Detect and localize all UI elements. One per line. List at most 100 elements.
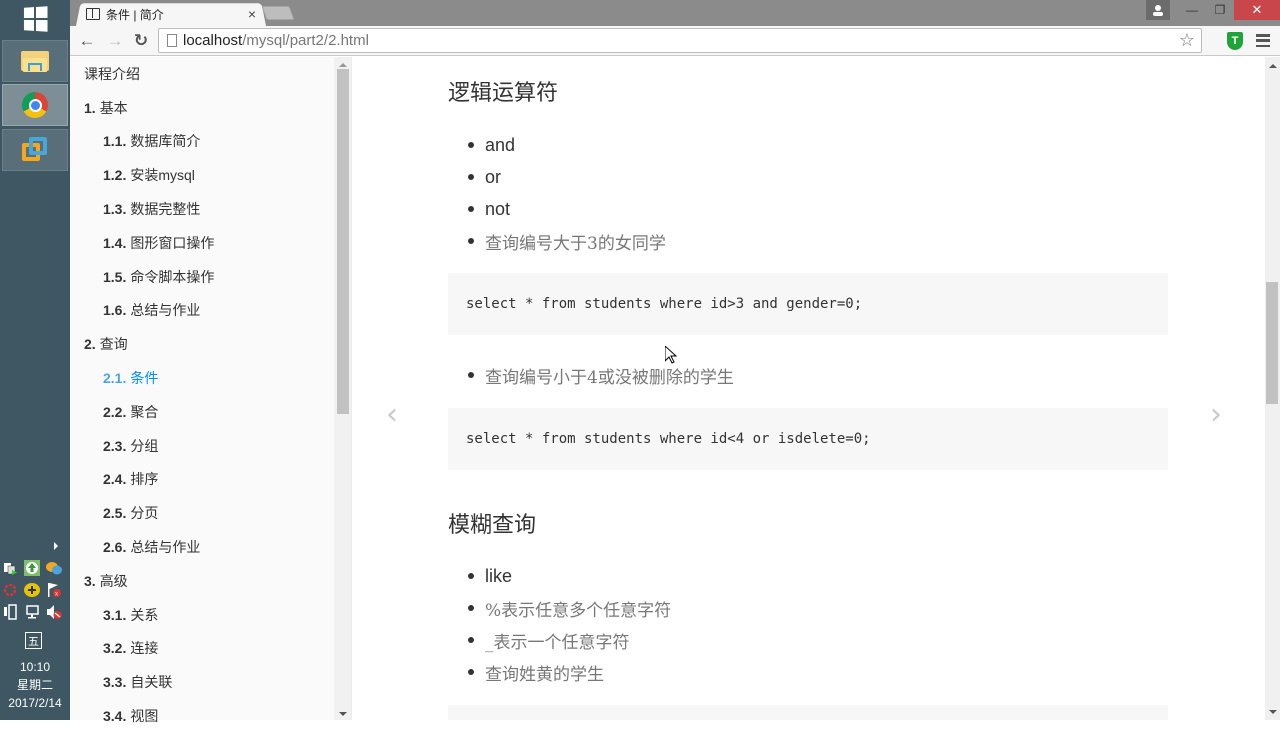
toc-item-label: 高级: [99, 572, 128, 589]
page-scroll-thumb[interactable]: [1266, 282, 1278, 404]
toc-item-number: 2.4.: [103, 471, 127, 488]
sidebar-scroll-thumb[interactable]: [337, 69, 349, 414]
scroll-up-arrow[interactable]: [339, 63, 347, 67]
scroll-down-arrow[interactable]: [1269, 710, 1277, 714]
scroll-down-arrow[interactable]: [339, 712, 347, 716]
back-button[interactable]: ←: [76, 30, 98, 52]
show-hidden-icons-arrow[interactable]: [54, 542, 58, 550]
restore-button[interactable]: ❐: [1206, 0, 1234, 20]
clock-weekday: 星期二: [16, 678, 53, 692]
new-tab-button[interactable]: [261, 6, 295, 20]
toc-item-label: 总结与作业: [130, 302, 201, 319]
toc-item[interactable]: 2.6. 总结与作业: [84, 530, 334, 564]
flower-icon[interactable]: [2, 582, 18, 598]
toc-item-number: 2.6.: [103, 539, 127, 556]
toc-item[interactable]: 3.2. 连接: [84, 632, 334, 666]
page-scrollbar[interactable]: [1265, 57, 1280, 720]
taskbar-app-chrome[interactable]: [2, 84, 68, 126]
volume-muted-icon[interactable]: [46, 604, 62, 620]
toc-item-label: 条件: [130, 370, 159, 387]
toc-item[interactable]: 3.4. 视图: [84, 699, 334, 733]
book-body: ‹ › 逻辑运算符 and or not 查询编号大于3的女同学 select …: [352, 57, 1265, 720]
toc-item-number: 2.2.: [103, 403, 127, 420]
extension-shield-icon[interactable]: T: [1227, 32, 1243, 50]
toc-item[interactable]: 3.3. 自关联: [84, 665, 334, 699]
next-page-arrow[interactable]: ›: [1210, 397, 1222, 432]
logical-operators-list: and or not 查询编号大于3的女同学: [448, 129, 666, 257]
address-bar[interactable]: localhost/mysql/part2/2.html ☆: [158, 28, 1202, 53]
section-heading-logical-operators: 逻辑运算符: [448, 81, 559, 106]
toc-item-number: 3.3.: [103, 674, 127, 691]
toc-item-label: 聚合: [130, 403, 159, 420]
toc-item-number: 1.6.: [103, 302, 127, 319]
book-summary-sidebar: 课程介绍 1. 基本 1.1. 数据库简介 1.2. 安装mysql 1.3. 数据完整性 1.4…: [70, 57, 352, 724]
taskbar-app-file-explorer[interactable]: [2, 40, 68, 82]
toc-item[interactable]: 课程介绍: [84, 57, 334, 91]
input-method-indicator[interactable]: 五: [25, 632, 42, 649]
toc-item-label: 安装mysql: [130, 167, 195, 184]
reload-button[interactable]: ↻: [130, 30, 152, 52]
clock-time: 10:10: [19, 660, 51, 674]
toc-item-number: 1.5.: [103, 268, 127, 285]
toc-item[interactable]: 2.1. 条件: [84, 361, 334, 395]
tab-strip: 条件 | 简介 × — ❐ ✕: [70, 0, 1280, 27]
toc-item[interactable]: 1.2. 安装mysql: [84, 158, 334, 192]
toc-item[interactable]: 1.6. 总结与作业: [84, 294, 334, 328]
minimize-button[interactable]: —: [1178, 0, 1206, 20]
toc-item[interactable]: 3.1. 关系: [84, 598, 334, 632]
toc-item[interactable]: 3. 高级: [84, 564, 334, 598]
book-icon: [86, 8, 100, 20]
chat-icon[interactable]: [46, 560, 62, 576]
tab-close-icon[interactable]: ×: [244, 6, 260, 22]
toc-item[interactable]: 1.5. 命令脚本操作: [84, 260, 334, 294]
toc-item[interactable]: 1.3. 数据完整性: [84, 192, 334, 226]
start-button[interactable]: [0, 0, 70, 38]
toc-item-number: 2.1.: [103, 370, 127, 387]
toc-item-number: 2.5.: [103, 505, 127, 522]
toc-item-number: 1.4.: [103, 234, 127, 251]
system-clock[interactable]: 10:10 星期二 2017/2/14: [0, 658, 70, 712]
network-share-icon[interactable]: [2, 560, 18, 576]
list-item: 查询姓黄的学生: [448, 656, 671, 688]
tab-content[interactable]: 条件 | 简介 ×: [86, 3, 260, 25]
toc-item[interactable]: 2.2. 聚合: [84, 395, 334, 429]
toc-item[interactable]: 1.1. 数据库简介: [84, 125, 334, 159]
browser-menu-icon[interactable]: [1256, 34, 1270, 47]
forward-button[interactable]: →: [104, 30, 126, 52]
close-window-button[interactable]: ✕: [1234, 0, 1280, 20]
plus-icon[interactable]: [24, 582, 40, 598]
chrome-icon: [22, 92, 48, 118]
toc-item-label: 基本: [99, 99, 128, 116]
taskbar-app-vmware[interactable]: [2, 129, 68, 171]
power-icon[interactable]: [2, 604, 18, 620]
previous-page-arrow[interactable]: ‹: [386, 397, 398, 432]
toc-item[interactable]: 1. 基本: [84, 91, 334, 125]
svg-text:x: x: [55, 592, 58, 598]
toc-item-label: 命令脚本操作: [130, 268, 215, 285]
toc-item-number: 3.2.: [103, 640, 127, 657]
url-text[interactable]: localhost/mysql/part2/2.html: [183, 32, 369, 49]
toc-item[interactable]: 2.4. 排序: [84, 463, 334, 497]
sidebar-scrollbar[interactable]: [334, 57, 351, 720]
network-icon[interactable]: [24, 604, 40, 620]
toc-item-label: 数据库简介: [130, 133, 201, 150]
update-icon[interactable]: [24, 560, 40, 576]
page-icon: [167, 34, 177, 47]
fuzzy-query-list: like %表示任意多个任意字符 _表示一个任意字符 查询姓黄的学生: [448, 560, 671, 688]
windows-taskbar: x 五 10:10 星期二 2017/2/14: [0, 0, 70, 720]
query-example-list: 查询编号小于4或没被删除的学生: [448, 359, 734, 391]
toc-item-number: 1.3.: [103, 201, 127, 218]
list-item: and: [448, 129, 666, 161]
toc-item[interactable]: 2. 查询: [84, 327, 334, 361]
toc-item[interactable]: 2.3. 分组: [84, 429, 334, 463]
toc-item[interactable]: 2.5. 分页: [84, 496, 334, 530]
bookmark-star-icon[interactable]: ☆: [1179, 30, 1195, 51]
toc-item-number: 3.4.: [103, 708, 127, 725]
user-profile-icon[interactable]: [1146, 0, 1170, 20]
toc-item-label: 连接: [130, 640, 159, 657]
flag-icon[interactable]: x: [46, 582, 62, 598]
toc-item-label: 关系: [130, 606, 159, 623]
toc-item-label: 分组: [130, 437, 159, 454]
scroll-up-arrow[interactable]: [1269, 64, 1277, 68]
toc-item[interactable]: 1.4. 图形窗口操作: [84, 226, 334, 260]
